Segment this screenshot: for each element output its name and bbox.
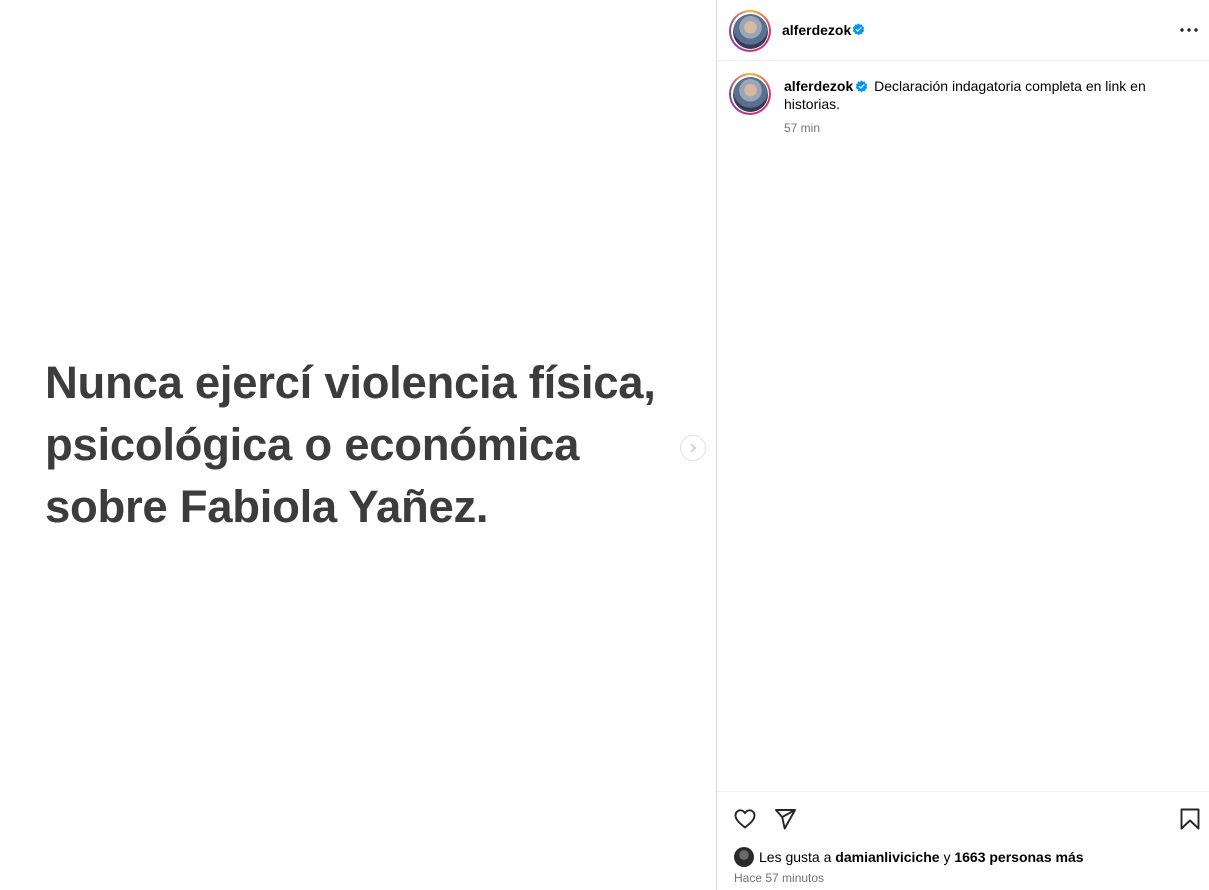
likes-conjunction: y [943,849,951,865]
media-quote-line: Nunca ejercí violencia física, [45,357,656,408]
author-avatar[interactable] [729,10,771,52]
post-side-panel: alferdezok alferdezok Declaración indaga… [716,0,1209,890]
verified-icon [855,80,868,93]
post-modal: Nunca ejercí violencia física, psicológi… [0,0,1209,890]
likes-summary: Les gusta a damianliviciche y 1663 perso… [734,847,1084,867]
post-header: alferdezok [717,0,1209,61]
more-icon[interactable] [1179,22,1199,38]
caption-username[interactable]: alferdezok [784,78,853,94]
post-actions: Les gusta a damianliviciche y 1663 perso… [717,791,1209,890]
heart-icon[interactable] [733,807,757,831]
media-quote-line: sobre Fabiola Yañez. [45,481,489,532]
caption-avatar[interactable] [729,73,771,115]
post-caption: alferdezok Declaración indagatoria compl… [784,77,1164,113]
liker-avatar[interactable] [734,847,754,867]
next-slide-button[interactable] [680,435,706,461]
verified-icon [852,23,865,36]
post-timestamp[interactable]: Hace 57 minutos [734,871,824,885]
likes-count-link[interactable]: 1663 personas más [954,849,1083,865]
chevron-right-icon [690,443,696,453]
media-quote: Nunca ejercí violencia física, psicológi… [45,352,695,538]
media-quote-line: psicológica o económica [45,419,580,470]
bookmark-icon[interactable] [1179,807,1201,831]
likes-prefix: Les gusta a [759,849,832,865]
send-icon[interactable] [773,807,797,831]
post-media: Nunca ejercí violencia física, psicológi… [0,0,716,890]
liker-username[interactable]: damianliviciche [835,849,939,865]
author-username[interactable]: alferdezok [782,22,851,38]
caption-timestamp[interactable]: 57 min [784,121,820,135]
